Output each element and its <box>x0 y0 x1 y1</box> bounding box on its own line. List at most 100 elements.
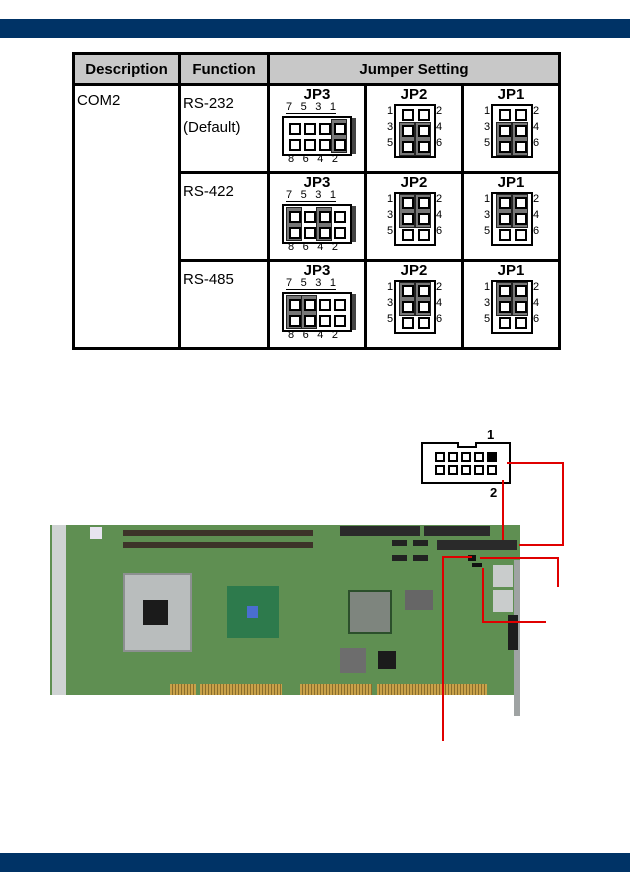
jp3-header: 7531 8642 <box>282 101 356 168</box>
pin-label: 1 <box>387 193 394 205</box>
pin-label: 2 <box>331 329 338 341</box>
jp2-title: JP2 <box>400 86 428 103</box>
connector-pin <box>435 465 445 475</box>
pin <box>515 125 527 137</box>
pin-label: 3 <box>315 189 322 201</box>
pin-label: 3 <box>484 297 491 309</box>
jp3-top-pin-labels: 7531 <box>286 101 336 114</box>
pin <box>334 299 346 311</box>
cpu-die <box>143 600 168 625</box>
pin <box>499 317 511 329</box>
jp2-header: 1 3 5 2 4 6 <box>379 278 449 344</box>
jp2-body <box>394 192 436 246</box>
pin-label: 1 <box>484 281 491 293</box>
connector-pin1-label: 1 <box>487 427 495 442</box>
pin-label: 4 <box>533 297 540 309</box>
pin-label: 1 <box>484 105 491 117</box>
pin <box>418 301 430 313</box>
pin-label: 7 <box>286 277 293 289</box>
pin-label: 6 <box>302 241 309 253</box>
pin <box>402 109 414 121</box>
pin <box>418 197 430 209</box>
callout-line <box>507 462 563 464</box>
jp1-title: JP1 <box>497 174 525 191</box>
function-note: (Default) <box>183 119 241 136</box>
pin <box>334 123 346 135</box>
pin <box>499 213 511 225</box>
pin <box>402 229 414 241</box>
jp2-title: JP2 <box>400 262 428 279</box>
connector-pin <box>448 465 458 475</box>
pin-label: 6 <box>302 329 309 341</box>
pin <box>289 123 301 135</box>
pin <box>304 211 316 223</box>
jp3-title: JP3 <box>303 262 331 279</box>
jumper-jp1-jp2 <box>472 563 482 567</box>
pin-label: 2 <box>436 105 443 117</box>
jp2-title: JP2 <box>400 174 428 191</box>
jumper-settings-table: Description Function Jumper Setting COM2… <box>72 52 562 350</box>
pin <box>304 227 316 239</box>
jp1-header: 1 3 5 2 4 6 <box>476 190 546 256</box>
pin <box>402 317 414 329</box>
dimm-slot <box>123 542 313 548</box>
pin-label: 2 <box>533 193 540 205</box>
jp1-body <box>491 192 533 246</box>
jp2-body <box>394 104 436 158</box>
pci-gold-fingers <box>377 684 487 695</box>
jp1-title: JP1 <box>497 262 525 279</box>
sata-connector <box>392 555 407 561</box>
pin <box>515 301 527 313</box>
pin <box>319 315 331 327</box>
pin <box>418 125 430 137</box>
header-jumper-setting: Jumper Setting <box>266 52 562 86</box>
jp1-cell: JP1 1 3 5 2 4 6 <box>460 171 562 262</box>
pin <box>499 197 511 209</box>
jp1-header: 1 3 5 2 4 6 <box>476 102 546 168</box>
pin-label: 5 <box>300 277 307 289</box>
callout-line <box>442 556 444 741</box>
pin-label: 5 <box>484 313 491 325</box>
sata-connector <box>392 540 407 546</box>
pin <box>304 299 316 311</box>
jp3-bottom-pin-labels: 8642 <box>288 329 338 341</box>
pin <box>499 285 511 297</box>
flash-chip <box>405 590 433 610</box>
footer-bar <box>0 853 630 872</box>
jp3-title: JP3 <box>303 86 331 103</box>
pin-label: 4 <box>317 329 324 341</box>
jp2-header: 1 3 5 2 4 6 <box>379 190 449 256</box>
pin <box>515 317 527 329</box>
pin-label: 3 <box>387 121 394 133</box>
jp3-bottom-pin-labels: 8642 <box>288 241 338 253</box>
pin-label: 4 <box>533 121 540 133</box>
sata-connector <box>413 540 428 546</box>
jp3-body <box>282 116 356 156</box>
pin-label: 6 <box>302 153 309 165</box>
pin <box>499 229 511 241</box>
pin <box>319 211 331 223</box>
northbridge-logo <box>247 606 258 618</box>
description-cell: COM2 <box>72 83 181 350</box>
pci-gold-fingers <box>170 684 196 695</box>
function-cell: RS-422 <box>178 171 270 262</box>
jp2-cell: JP2 1 3 5 2 4 6 <box>364 171 464 262</box>
callout-line <box>562 462 564 546</box>
jp3-cell: JP3 7 5 3 1 8 6 4 2 <box>267 259 367 350</box>
pin-label: 2 <box>331 153 338 165</box>
pin <box>402 301 414 313</box>
jp3-title: JP3 <box>303 174 331 191</box>
jp2-header: 1 3 5 2 4 6 <box>379 102 449 168</box>
pin-label: 4 <box>317 241 324 253</box>
pin <box>319 299 331 311</box>
pin-label: 2 <box>533 281 540 293</box>
callout-line <box>480 557 558 559</box>
pin-label: 1 <box>387 281 394 293</box>
jp2-body <box>394 280 436 334</box>
pin-label: 6 <box>436 225 443 237</box>
header-description: Description <box>72 52 181 86</box>
pin <box>334 315 346 327</box>
super-io-chip <box>340 648 366 673</box>
pin-label: 6 <box>533 137 540 149</box>
connector-pin <box>474 465 484 475</box>
